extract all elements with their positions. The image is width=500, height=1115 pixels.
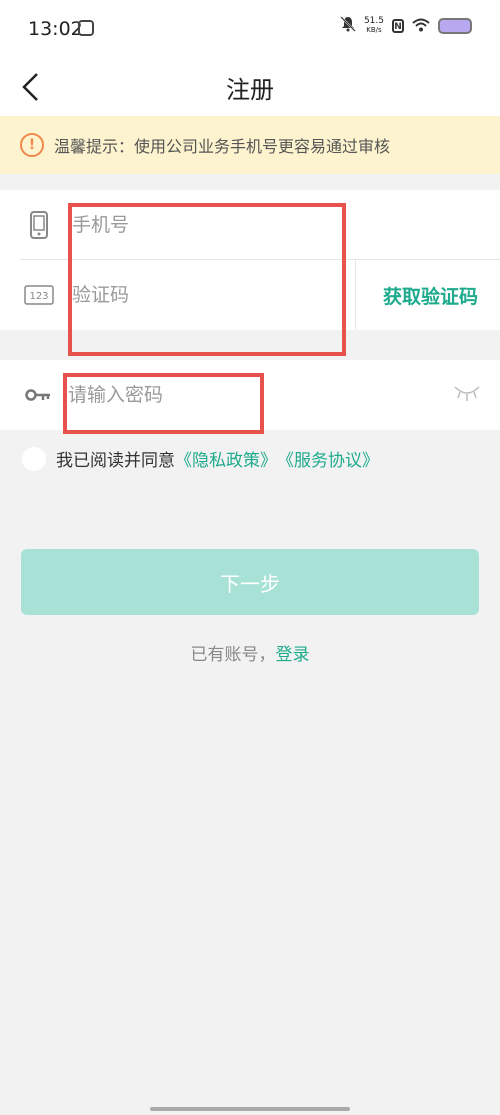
net-speed-unit: KB/s — [366, 26, 382, 34]
home-indicator — [150, 1107, 350, 1111]
toggle-password-visibility[interactable] — [452, 382, 482, 410]
agree-checkbox[interactable] — [22, 446, 46, 471]
annotation-box — [63, 373, 264, 434]
login-link[interactable]: 登录 — [276, 645, 310, 665]
agreement-text: 我已阅读并同意 — [56, 451, 175, 471]
privacy-policy-link[interactable]: 《隐私政策》 — [175, 446, 277, 471]
notice-banner: ! 温馨提示：使用公司业务手机号更容易通过审核 — [0, 116, 500, 174]
nav-bar: 注册 — [0, 58, 500, 116]
number-123-icon: 123 — [24, 279, 54, 311]
net-speed: 51.5 KB/s — [364, 17, 384, 35]
login-prompt-text: 已有账号， — [190, 645, 276, 665]
divider — [355, 260, 356, 330]
status-time: 13:02 — [28, 18, 83, 40]
agreement-row: 我已阅读并同意 《隐私政策》 《服务协议》 — [22, 446, 379, 471]
svg-text:123: 123 — [29, 291, 48, 302]
get-code-button[interactable]: 获取验证码 — [383, 282, 478, 309]
status-bar: 13:02 51.5 KB/s N — [0, 0, 500, 58]
login-prompt: 已有账号，登录 — [0, 640, 500, 665]
page-title: 注册 — [226, 76, 274, 104]
app-notification-icon — [78, 20, 94, 36]
info-icon: ! — [20, 133, 44, 157]
nfc-icon: N — [392, 19, 404, 33]
next-step-button[interactable]: 下一步 — [21, 549, 479, 615]
status-icons: 51.5 KB/s N — [340, 16, 472, 36]
wifi-icon — [412, 17, 430, 36]
key-icon — [24, 379, 54, 411]
service-agreement-link[interactable]: 《服务协议》 — [277, 446, 379, 471]
battery-icon — [438, 18, 472, 34]
eye-closed-icon — [454, 386, 480, 401]
net-speed-value: 51.5 — [363, 16, 384, 26]
annotation-box — [68, 203, 346, 356]
bell-mute-icon — [340, 16, 356, 36]
notice-text: 温馨提示：使用公司业务手机号更容易通过审核 — [54, 137, 391, 156]
phone-icon — [24, 209, 54, 241]
